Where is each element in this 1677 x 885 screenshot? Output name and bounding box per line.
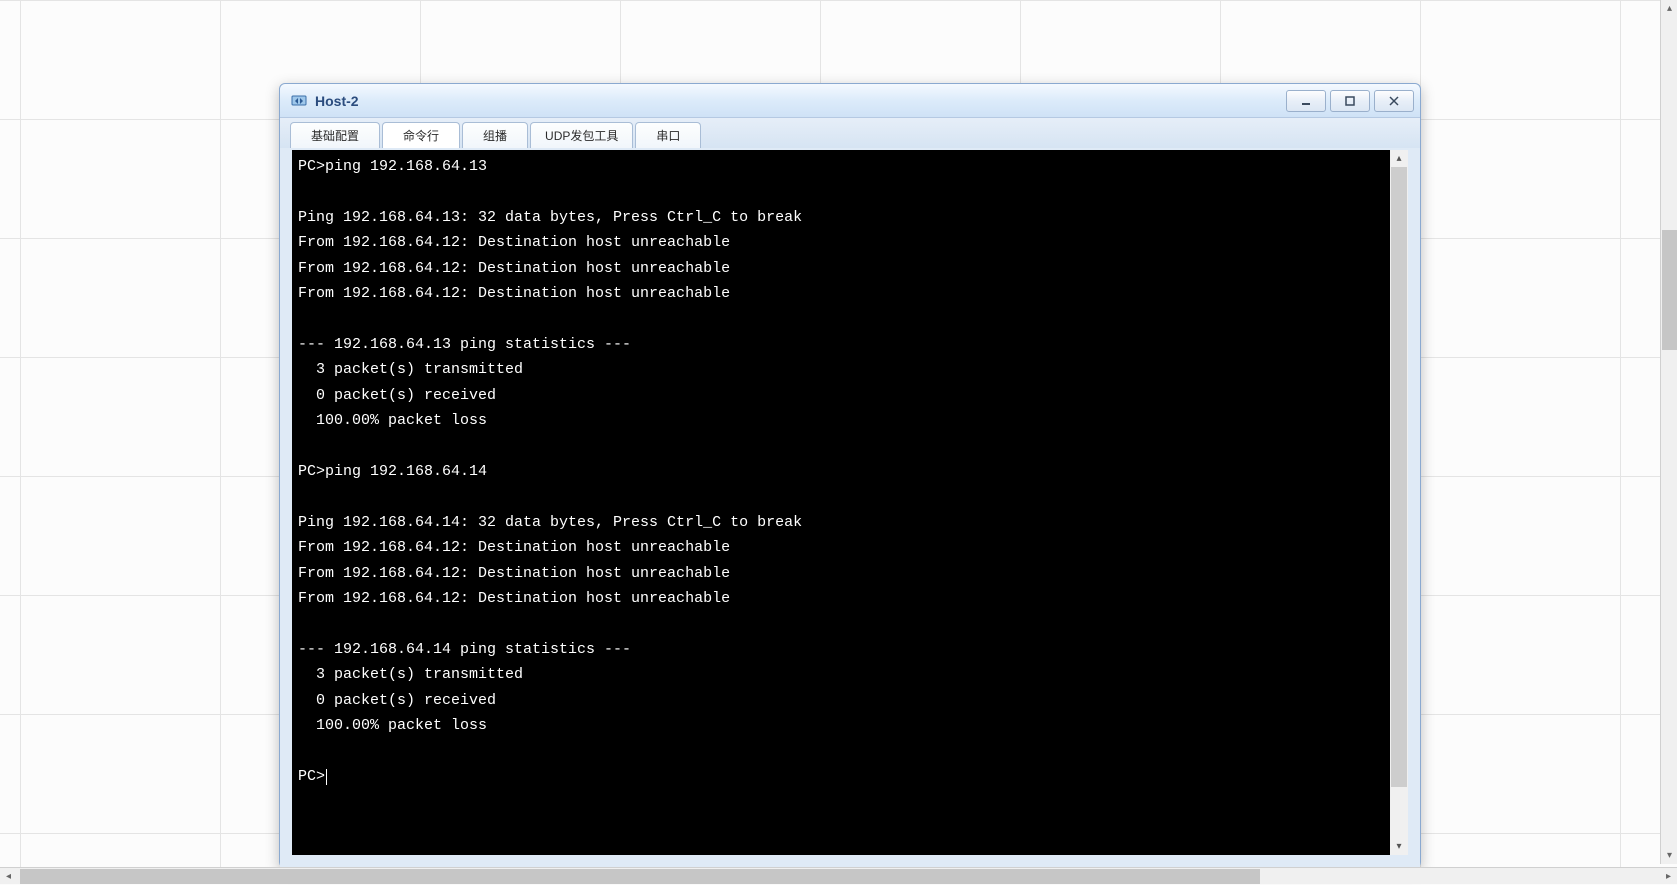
close-button[interactable] [1374, 90, 1414, 112]
tab-multicast[interactable]: 组播 [462, 122, 528, 148]
window-controls [1286, 90, 1414, 112]
outer-vertical-scrollbar[interactable]: ▴ ▾ [1660, 0, 1677, 864]
host-window: Host-2 基础配置 命令行 组播 UDP发包工具 串口 PC>ping 19… [279, 83, 1421, 868]
terminal-output[interactable]: PC>ping 192.168.64.13 Ping 192.168.64.13… [292, 150, 1390, 855]
scroll-thumb[interactable] [1662, 230, 1677, 350]
scroll-right-icon[interactable]: ▸ [1660, 868, 1677, 885]
tab-bar: 基础配置 命令行 组播 UDP发包工具 串口 [280, 118, 1420, 148]
tab-label: UDP发包工具 [545, 127, 618, 144]
tab-udp-tool[interactable]: UDP发包工具 [530, 122, 633, 148]
tab-serial[interactable]: 串口 [635, 122, 701, 148]
app-icon [290, 92, 308, 110]
minimize-button[interactable] [1286, 90, 1326, 112]
tab-label: 组播 [483, 127, 507, 144]
scroll-left-icon[interactable]: ◂ [0, 868, 17, 885]
terminal-container: PC>ping 192.168.64.13 Ping 192.168.64.13… [292, 150, 1408, 855]
window-titlebar[interactable]: Host-2 [280, 84, 1420, 118]
tab-label: 串口 [656, 127, 680, 144]
terminal-scrollbar[interactable]: ▴ ▾ [1390, 150, 1408, 855]
outer-horizontal-scrollbar[interactable]: ◂ ▸ [0, 867, 1677, 884]
scroll-up-icon[interactable]: ▴ [1390, 150, 1408, 167]
scroll-down-icon[interactable]: ▾ [1661, 847, 1677, 864]
scroll-thumb[interactable] [20, 869, 1260, 884]
tab-label: 基础配置 [311, 127, 359, 144]
scroll-up-icon[interactable]: ▴ [1661, 0, 1677, 17]
scroll-down-icon[interactable]: ▾ [1390, 838, 1408, 855]
tab-label: 命令行 [403, 127, 439, 144]
terminal-panel: PC>ping 192.168.64.13 Ping 192.168.64.13… [280, 148, 1420, 867]
tab-basic-config[interactable]: 基础配置 [290, 122, 380, 148]
tab-command-line[interactable]: 命令行 [382, 122, 460, 148]
scroll-thumb[interactable] [1391, 167, 1407, 787]
window-title: Host-2 [315, 93, 1286, 109]
maximize-button[interactable] [1330, 90, 1370, 112]
